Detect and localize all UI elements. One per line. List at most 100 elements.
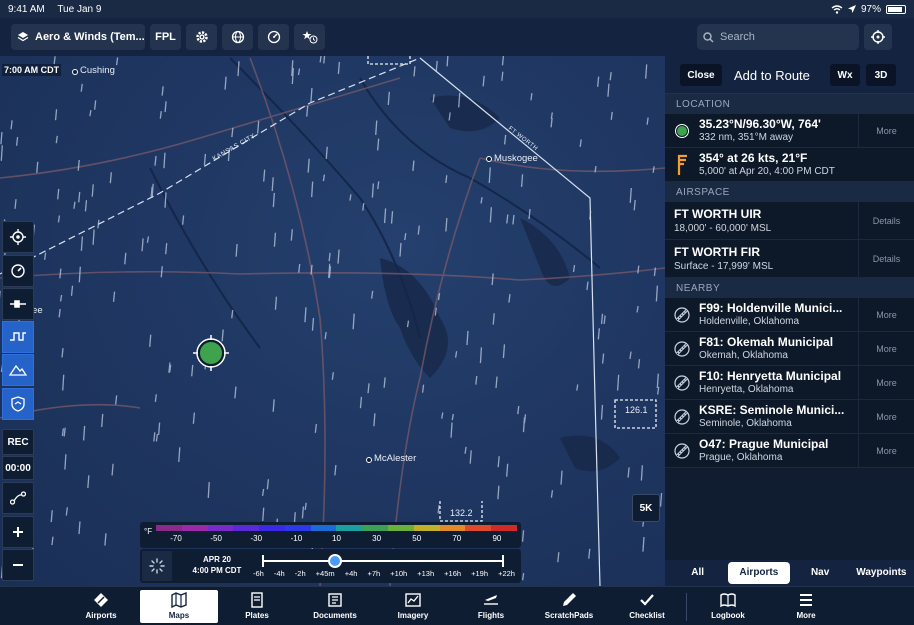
tab-airports[interactable]: Airports — [728, 562, 790, 584]
search-field[interactable]: Search — [697, 24, 859, 50]
airport-city: Seminole, Oklahoma — [699, 418, 792, 429]
favorites-recent-button[interactable] — [294, 24, 325, 50]
airspace-altitudes: 18,000' - 60,000' MSL — [674, 223, 772, 234]
star-clock-icon — [302, 31, 317, 44]
center-map-button[interactable] — [2, 221, 34, 253]
nav-plates-button[interactable]: Plates — [218, 590, 296, 623]
timeline-label: +10h — [390, 569, 408, 578]
airport-more-button[interactable]: More — [858, 434, 914, 467]
tab-all[interactable]: All — [667, 562, 728, 584]
synthetic-vision-button[interactable] — [2, 388, 34, 420]
panel-title: Add to Route — [734, 68, 810, 83]
location-marker-icon — [673, 122, 691, 140]
airspace-row[interactable]: FT WORTH FIR Surface - 17,999' MSL Detai… — [665, 240, 914, 278]
map-view[interactable]: Cushing Muskogee Shawnee McAlester KANSA… — [0, 18, 665, 586]
airspace-section-header: AIRSPACE — [665, 182, 914, 202]
airport-more-button[interactable]: More — [858, 332, 914, 365]
fpl-button[interactable]: FPL — [150, 24, 181, 50]
globe-icon — [231, 30, 244, 44]
nav-label: Imagery — [397, 611, 429, 620]
square-wave-icon — [10, 332, 26, 341]
tab-waypoints[interactable]: Waypoints — [851, 562, 912, 584]
timeline-start-cap — [262, 555, 264, 567]
nav-label: Plates — [245, 611, 269, 620]
gauge-icon — [267, 30, 280, 44]
timeline-date: APR 20 — [202, 555, 231, 564]
airport-runway-icon — [673, 408, 691, 426]
settings-button[interactable] — [186, 24, 217, 50]
nav-documents-button[interactable]: Documents — [296, 590, 374, 623]
timeline-track[interactable] — [262, 560, 504, 562]
gauge-button[interactable] — [258, 24, 289, 50]
temperature-tick-label: 50 — [412, 534, 422, 543]
nav-maps-button[interactable]: Maps — [140, 590, 218, 623]
layer-selector-button[interactable]: Aero & Winds (Tem... — [11, 24, 145, 50]
nav-airports-button[interactable]: Airports — [62, 590, 140, 623]
timeline-slider-handle[interactable] — [327, 554, 342, 568]
nav-label: Documents — [313, 611, 357, 620]
compass-icon — [11, 264, 25, 278]
view-3d-button[interactable]: 3D — [866, 64, 896, 86]
zoom-out-button[interactable] — [2, 549, 34, 581]
nav-scratchpads-button[interactable]: ScratchPads — [530, 590, 608, 623]
zoom-in-button[interactable] — [2, 516, 34, 548]
profile-view-button[interactable] — [2, 321, 34, 353]
record-button[interactable]: REC — [2, 429, 34, 455]
battery-icon — [886, 4, 906, 14]
airspace-name: FT WORTH UIR — [674, 207, 762, 221]
tab-nav[interactable]: Nav — [790, 562, 851, 584]
nav-label: More — [796, 611, 816, 620]
shield-icon — [11, 396, 25, 412]
close-button[interactable]: Close — [680, 64, 722, 86]
nav-logbook-button[interactable]: Logbook — [689, 590, 767, 623]
airspace-details-button[interactable]: Details — [858, 202, 914, 239]
status-bar: 9:41 AM Tue Jan 9 97% — [0, 0, 914, 18]
airspace-details-button[interactable]: Details — [858, 240, 914, 277]
timeline-label: +19h — [471, 569, 489, 578]
nav-more-button[interactable]: More — [767, 590, 845, 623]
location-row[interactable]: 35.23°N/96.30°W, 764' 332 nm, 351°M away… — [665, 114, 914, 148]
nav-flights-button[interactable]: Flights — [452, 590, 530, 623]
nearby-airport-row[interactable]: F99: Holdenville Munici... Holdenville, O… — [665, 298, 914, 332]
globe-button[interactable] — [222, 24, 253, 50]
airport-name: KSRE: Seminole Munici... — [699, 403, 845, 417]
aircraft-button[interactable] — [2, 288, 34, 320]
route-tool-button[interactable] — [2, 482, 34, 514]
selected-location-marker[interactable] — [193, 335, 229, 371]
wx-button[interactable]: Wx — [830, 64, 860, 86]
location-more-button[interactable]: More — [858, 114, 914, 147]
animation-toggle-button[interactable] — [142, 551, 172, 581]
track-up-button[interactable] — [2, 255, 34, 287]
record-timer: 00:00 — [2, 456, 34, 480]
airspace-name: FT WORTH FIR — [674, 245, 760, 259]
layers-icon — [17, 32, 29, 42]
nearby-airport-row[interactable]: F81: Okemah Municipal Okemah, Oklahoma Mor… — [665, 332, 914, 366]
nearby-airport-row[interactable]: KSRE: Seminole Munici... Seminole, Oklaho… — [665, 400, 914, 434]
timeline-label: +13h — [417, 569, 435, 578]
add-to-route-panel: Close Add to Route Wx 3D LOCATION 35.23°… — [665, 56, 914, 586]
logbook-icon — [720, 593, 736, 608]
temperature-tick-label: 10 — [332, 534, 341, 543]
airport-more-button[interactable]: More — [858, 366, 914, 399]
checklist-icon — [640, 594, 654, 606]
airspace-row[interactable]: FT WORTH UIR 18,000' - 60,000' MSL Detai… — [665, 202, 914, 240]
airport-name: O47: Prague Municipal — [699, 437, 829, 451]
airport-more-button[interactable]: More — [858, 298, 914, 331]
temperature-unit: °F — [144, 527, 153, 536]
scale-toggle-button[interactable]: 5K — [632, 494, 660, 522]
timeline-labels: -6h -4h -2h +45m +4h +7h +10h +13h +16h +19h +22h — [253, 569, 515, 578]
battery-percent: 97% — [860, 3, 881, 15]
airport-more-button[interactable]: More — [858, 400, 914, 433]
terrain-button[interactable] — [2, 354, 34, 386]
nearby-airport-row[interactable]: F10: Henryetta Municipal Henryetta, Oklah… — [665, 366, 914, 400]
timeline-label: +7h — [367, 569, 381, 578]
timeline-datetime: APR 20 4:00 PM CDT — [176, 554, 258, 576]
plates-icon — [251, 592, 263, 608]
nav-checklist-button[interactable]: Checklist — [608, 590, 686, 623]
locate-button[interactable] — [864, 24, 892, 50]
bottom-navigation: Airports Maps Plates Documents Imagery Flight… — [0, 586, 914, 625]
timeline-label: +22h — [498, 569, 515, 578]
panel-header: Close Add to Route Wx 3D — [665, 56, 914, 94]
nav-imagery-button[interactable]: Imagery — [374, 590, 452, 623]
nearby-airport-row[interactable]: O47: Prague Municipal Prague, Oklahoma Mor… — [665, 434, 914, 468]
